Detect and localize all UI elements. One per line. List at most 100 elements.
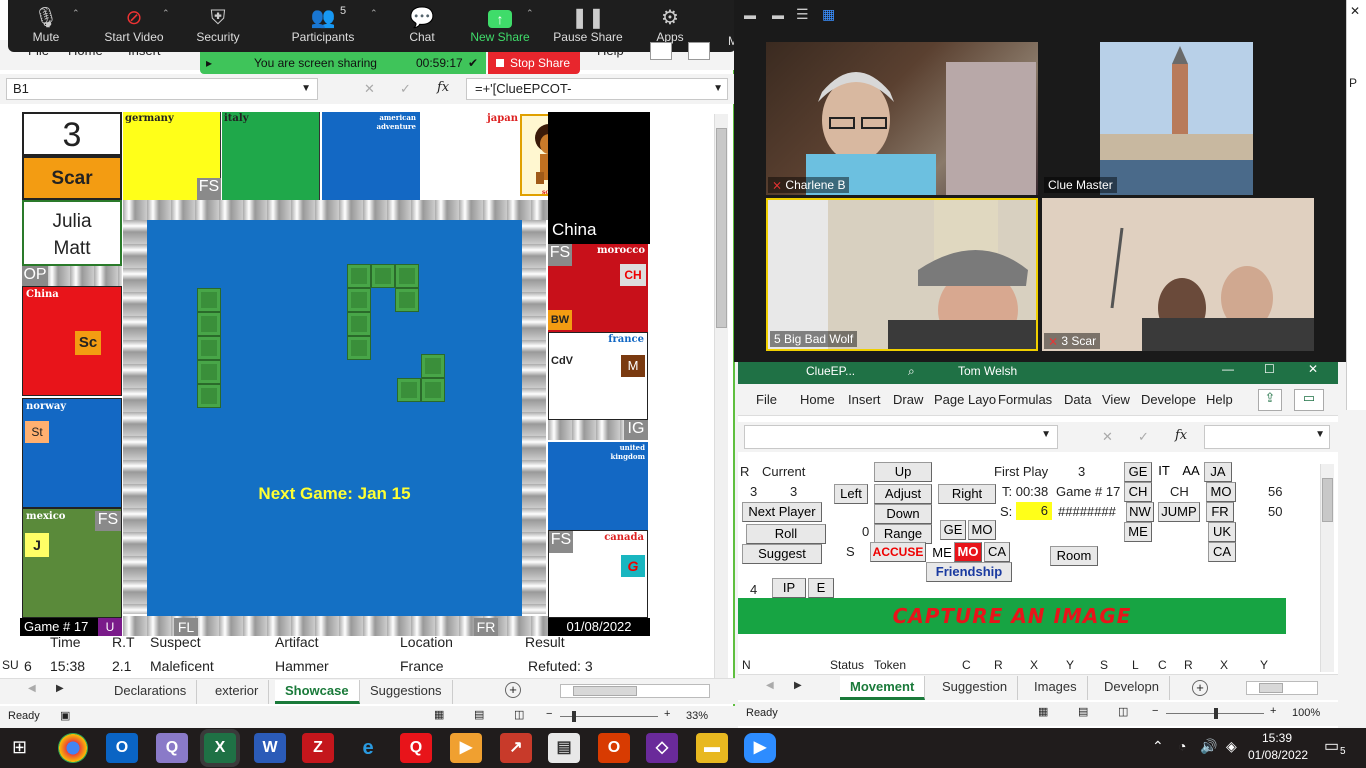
zoom-slider-thumb[interactable] — [1214, 708, 1218, 719]
close-icon[interactable]: ✕ — [1350, 4, 1360, 18]
e-button[interactable]: E — [808, 578, 834, 598]
accessibility-icon[interactable]: ▣ — [60, 709, 70, 722]
me-button[interactable]: ME — [930, 544, 954, 562]
chevron-up-icon[interactable]: ⌃ — [72, 8, 80, 19]
chevron-down-icon[interactable]: ▼ — [1041, 429, 1051, 440]
office-icon[interactable]: O — [598, 733, 630, 763]
app-icon[interactable]: Q — [156, 733, 188, 763]
ribbon-tab[interactable]: File — [756, 392, 777, 407]
security-button[interactable]: ⛨ Security — [182, 6, 254, 44]
comments-icon[interactable]: ▭ — [1294, 389, 1324, 411]
up-button[interactable]: Up — [874, 462, 932, 482]
page-break-icon[interactable]: ◫ — [514, 708, 524, 721]
zoom-in-icon[interactable]: + — [664, 708, 670, 720]
file-icon[interactable]: ▤ — [548, 733, 580, 763]
suggest-button[interactable]: Suggest — [742, 544, 822, 564]
ge-code[interactable]: GE — [1124, 462, 1152, 482]
zoom-slider-thumb[interactable] — [572, 711, 576, 722]
left-hscroll-thumb[interactable] — [573, 686, 637, 696]
grid-view-icon[interactable]: ▦ — [822, 6, 835, 23]
word-icon[interactable]: W — [254, 733, 286, 763]
min-view-icon[interactable]: ▬ — [772, 8, 784, 22]
maximize-icon[interactable]: ☐ — [1264, 362, 1275, 376]
mo-code[interactable]: MO — [1206, 482, 1236, 502]
video-tile-big-bad-wolf[interactable]: 5 Big Bad Wolf — [766, 198, 1038, 351]
chevron-up-icon[interactable]: ⌃ — [162, 8, 170, 19]
close-icon[interactable]: ✕ — [1308, 362, 1318, 376]
add-sheet-icon[interactable]: + — [1192, 680, 1208, 696]
minimize-icon[interactable]: — — [1222, 362, 1234, 376]
ribbon-tab[interactable]: Develope — [1141, 392, 1196, 407]
zoom-percent[interactable]: 33% — [686, 710, 708, 722]
mo-button[interactable]: MO — [968, 520, 996, 540]
next-player-button[interactable]: Next Player — [742, 502, 822, 522]
chrome-icon[interactable] — [58, 733, 88, 763]
aa-code[interactable]: AA — [1178, 462, 1204, 480]
ribbon-tab[interactable]: Data — [1064, 392, 1091, 407]
capture-image-banner[interactable]: CAPTURE AN IMAGE — [738, 598, 1286, 634]
zoom-icon[interactable]: ▶ — [744, 733, 776, 763]
video-tile-charlene[interactable]: ⨯ Charlene B — [766, 42, 1038, 195]
roll-button[interactable]: Roll — [746, 524, 826, 544]
name-box[interactable]: ▼ — [744, 425, 1058, 449]
volume-icon[interactable]: 🔊 — [1200, 738, 1217, 755]
tab-images[interactable]: Images — [1024, 676, 1088, 700]
me-code[interactable]: ME — [1124, 522, 1152, 542]
stop-share-button[interactable]: Stop Share — [488, 52, 580, 74]
mo-red-button[interactable]: MO — [954, 542, 982, 562]
chat-button[interactable]: 💬 Chat — [386, 6, 458, 44]
folder-icon[interactable]: ▬ — [696, 733, 728, 763]
adjust-button[interactable]: Adjust — [874, 484, 932, 504]
page-layout-icon[interactable]: ▤ — [474, 708, 484, 721]
cancel-icon[interactable]: ✕ — [1102, 429, 1113, 445]
start-video-button[interactable]: ⊘ Start Video — [98, 6, 170, 44]
search-icon[interactable]: ⌕ — [908, 364, 915, 379]
tab-declarations[interactable]: Declarations — [104, 680, 198, 704]
tab-movement[interactable]: Movement — [840, 676, 926, 700]
enter-icon[interactable]: ✓ — [1138, 429, 1149, 445]
minimize-icon[interactable]: ▬ — [744, 8, 756, 22]
left-vscroll-thumb[interactable] — [716, 128, 727, 328]
chevron-up-icon[interactable]: ⌃ — [526, 8, 534, 19]
participants-button[interactable]: 👥 Participants — [278, 6, 368, 44]
tab-suggestions[interactable]: Suggestions — [360, 680, 453, 704]
ribbon-tab[interactable]: Insert — [848, 392, 881, 407]
red-app-icon[interactable]: ↗ — [500, 733, 532, 763]
zoom-in-icon[interactable]: + — [1270, 705, 1276, 717]
ch-code[interactable]: CH — [1124, 482, 1152, 502]
right-button[interactable]: Right — [938, 484, 996, 504]
tab-suggestion[interactable]: Suggestion — [932, 676, 1019, 700]
share-icon[interactable]: ⇪ — [1258, 389, 1282, 411]
accuse-button[interactable]: ACCUSE — [870, 542, 926, 562]
normal-view-icon[interactable]: ▦ — [434, 708, 444, 721]
notification-icon[interactable]: ▭ — [1324, 736, 1339, 756]
ie-icon[interactable]: e — [352, 733, 384, 763]
normal-view-icon[interactable]: ▦ — [1038, 705, 1048, 718]
video-tile-scar[interactable]: ⨯ 3 Scar — [1042, 198, 1314, 351]
chevron-up-icon[interactable]: ⌃ — [370, 8, 378, 19]
range-button[interactable]: Range — [874, 524, 932, 544]
network-icon[interactable]: ◔ — [1178, 738, 1186, 754]
jump-button[interactable]: JUMP — [1158, 502, 1200, 522]
page-break-icon[interactable]: ◫ — [1118, 705, 1128, 718]
excel-icon[interactable]: X — [204, 733, 236, 763]
cancel-icon[interactable]: ✕ — [364, 81, 375, 97]
chevron-up-icon[interactable]: ⌃ — [1152, 738, 1164, 755]
enter-icon[interactable]: ✓ — [400, 81, 411, 97]
ribbon-tab[interactable]: Page Layo — [934, 392, 996, 407]
tab-next-icon[interactable]: ▶ — [56, 683, 64, 694]
filezilla-icon[interactable]: Z — [302, 733, 334, 763]
chevron-down-icon[interactable]: ▼ — [301, 79, 311, 99]
tab-exterior[interactable]: exterior — [205, 680, 270, 704]
ge-button[interactable]: GE — [940, 520, 966, 540]
function-icon[interactable]: fx — [1175, 428, 1187, 443]
uk-code[interactable]: UK — [1208, 522, 1236, 542]
pause-share-button[interactable]: ❚❚ Pause Share — [552, 6, 624, 44]
apps-button[interactable]: ⚙ Apps — [634, 6, 706, 44]
ribbon-tab[interactable]: View — [1102, 392, 1130, 407]
chevron-down-icon[interactable]: ▼ — [1315, 429, 1325, 440]
ca-code[interactable]: CA — [1208, 542, 1236, 562]
right-hscroll-thumb[interactable] — [1259, 683, 1283, 693]
zoom-out-icon[interactable]: − — [546, 708, 552, 720]
left-hscroll[interactable] — [560, 684, 710, 698]
